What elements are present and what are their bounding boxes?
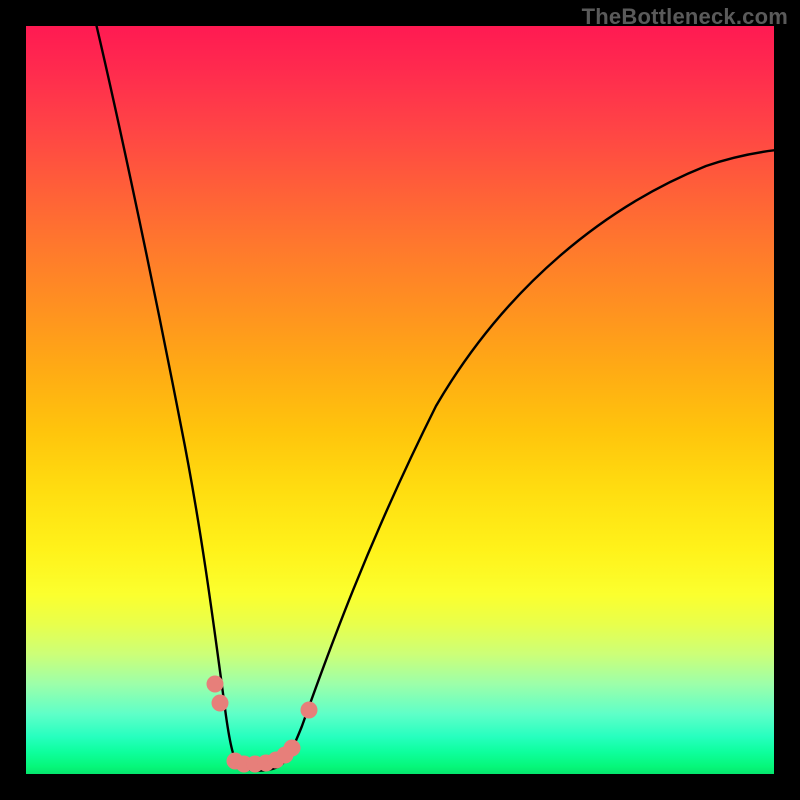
plot-area [26, 26, 774, 774]
data-marker [211, 694, 228, 711]
data-marker [300, 702, 317, 719]
data-marker [207, 676, 224, 693]
data-marker [284, 739, 301, 756]
chart-frame: TheBottleneck.com [0, 0, 800, 800]
curve-path [93, 26, 774, 771]
bottleneck-curve [26, 26, 774, 774]
